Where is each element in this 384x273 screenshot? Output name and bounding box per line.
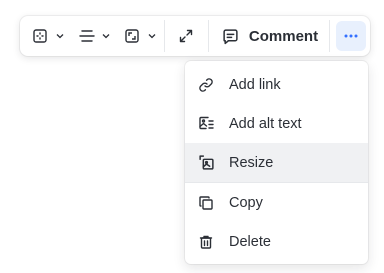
comment-label: Comment [248, 27, 319, 45]
image-toolbar: Comment [20, 16, 370, 56]
alignment-dropdown[interactable] [76, 16, 114, 56]
trash-icon [197, 233, 215, 251]
divider [164, 20, 165, 52]
menu-item-add-link[interactable]: Add link [185, 65, 368, 104]
menu-item-label: Add alt text [229, 115, 302, 132]
menu-item-copy[interactable]: Copy [185, 183, 368, 222]
divider [208, 20, 209, 52]
divider [329, 20, 330, 52]
menu-item-add-alt-text[interactable]: Add alt text [185, 104, 368, 143]
menu-item-label: Add link [229, 76, 281, 93]
link-icon [197, 76, 215, 94]
chevron-down-icon [101, 31, 111, 41]
expand-button[interactable] [170, 16, 202, 56]
resize-icon [197, 154, 215, 172]
border-style-dropdown[interactable] [28, 16, 68, 56]
border-style-icon [32, 28, 48, 44]
menu-item-resize[interactable]: Resize [185, 143, 368, 182]
image-size-dropdown[interactable] [120, 16, 160, 56]
image-frame-icon [124, 28, 140, 44]
more-options-button[interactable] [336, 21, 366, 51]
menu-item-label: Delete [229, 233, 271, 250]
more-horizontal-icon [343, 28, 359, 44]
chevron-down-icon [147, 31, 157, 41]
menu-item-label: Copy [229, 194, 263, 211]
comment-button[interactable]: Comment [216, 16, 324, 56]
align-center-icon [79, 28, 95, 44]
chevron-down-icon [55, 31, 65, 41]
comment-icon [223, 28, 238, 44]
menu-item-delete[interactable]: Delete [185, 222, 368, 261]
alt-text-icon [197, 115, 215, 133]
expand-icon [178, 28, 194, 44]
copy-icon [197, 194, 215, 212]
menu-item-label: Resize [229, 154, 274, 171]
more-options-menu: Add link Add alt text Resize Copy Delete [185, 61, 368, 264]
